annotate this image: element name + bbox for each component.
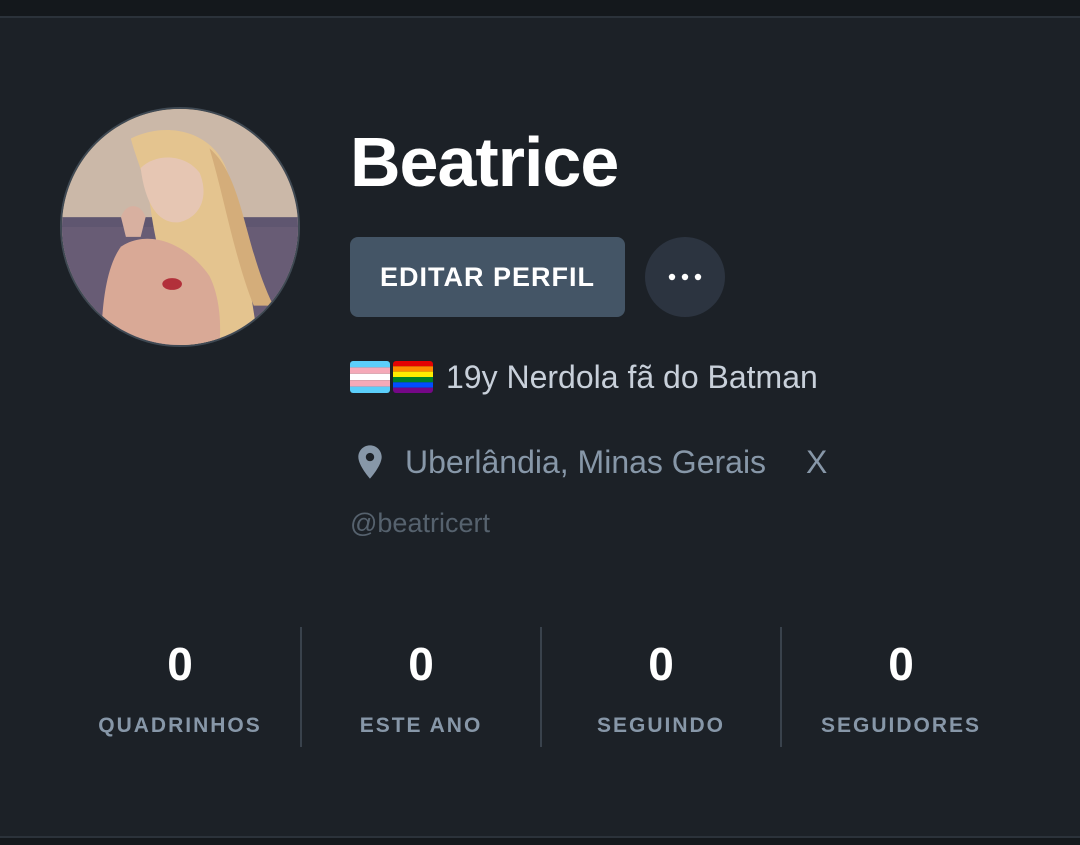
bio: 19y Nerdola fã do Batman <box>350 356 818 398</box>
transgender-flag-icon <box>350 361 390 393</box>
username-handle[interactable]: @beatricert <box>350 508 490 539</box>
more-options-button[interactable] <box>645 237 725 317</box>
avatar[interactable] <box>60 107 300 347</box>
bottom-bar <box>0 836 1080 845</box>
stat-seguidores[interactable]: 0 SEGUIDORES <box>780 627 1020 747</box>
stats-bar: 0 QUADRINHOS 0 ESTE ANO 0 SEGUINDO 0 SEG… <box>60 627 1020 747</box>
stat-value: 0 <box>648 638 674 690</box>
stat-label: SEGUIDORES <box>820 714 982 737</box>
rainbow-flag-icon <box>393 361 433 393</box>
more-horizontal-icon <box>668 273 702 281</box>
stat-label: SEGUINDO <box>596 714 725 737</box>
top-bar <box>0 0 1080 18</box>
bio-text: 19y Nerdola fã do Batman <box>446 358 818 395</box>
stat-quadrinhos[interactable]: 0 QUADRINHOS <box>60 627 300 747</box>
avatar-photo <box>62 109 298 345</box>
location: Uberlândia, Minas Gerais X <box>350 438 827 486</box>
location-text: Uberlândia, Minas Gerais <box>405 443 767 480</box>
x-link[interactable]: X <box>806 444 827 481</box>
stat-value: 0 <box>167 638 193 690</box>
profile-name: Beatrice <box>350 123 619 201</box>
stat-seguindo[interactable]: 0 SEGUINDO <box>540 627 780 747</box>
stat-value: 0 <box>888 638 914 690</box>
map-pin-icon <box>358 445 382 479</box>
stat-value: 0 <box>408 638 434 690</box>
stat-este-ano[interactable]: 0 ESTE ANO <box>300 627 540 747</box>
stat-label: QUADRINHOS <box>98 714 262 737</box>
stat-label: ESTE ANO <box>359 714 483 737</box>
edit-profile-button[interactable]: EDITAR PERFIL <box>350 237 625 317</box>
